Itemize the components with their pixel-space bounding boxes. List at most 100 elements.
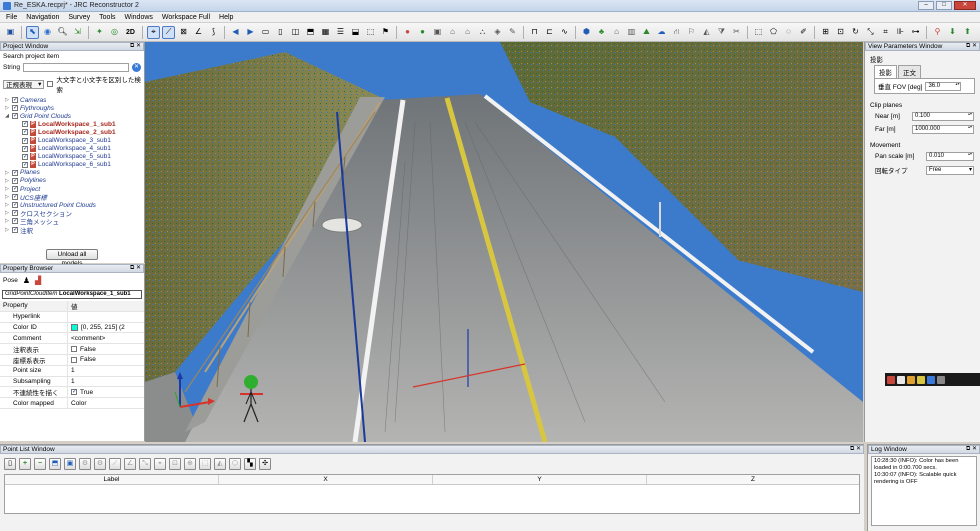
tree-icon[interactable]: ♣ xyxy=(595,26,608,39)
property-row[interactable]: Point size 1 xyxy=(0,365,144,377)
tab-perspective[interactable]: 投影 xyxy=(874,65,897,78)
curve-icon[interactable]: ∿ xyxy=(558,26,571,39)
expand-arrow-icon[interactable]: ▷ xyxy=(4,218,10,224)
house-alt-icon[interactable]: ⌂ xyxy=(461,26,474,39)
property-value[interactable]: <comment> xyxy=(68,335,144,342)
back-icon[interactable]: ◀ xyxy=(229,26,242,39)
property-value[interactable]: False xyxy=(68,356,144,363)
panel-float-close-icon[interactable]: ⧉ ✕ xyxy=(966,446,979,453)
tree-item-checkbox[interactable] xyxy=(12,226,18,233)
tree-item-checkbox[interactable] xyxy=(12,217,18,225)
align-icon[interactable]: ⊪ xyxy=(894,26,907,39)
tree-item[interactable]: PLocalWorkspace_6_sub1 xyxy=(0,161,144,169)
tree-item[interactable]: ▷ Flythroughs xyxy=(0,104,144,112)
list-tool-icon[interactable]: ⚙ xyxy=(94,458,106,470)
remove-point-icon[interactable]: − xyxy=(34,458,46,470)
tree-item[interactable]: PLocalWorkspace_1_sub1 xyxy=(0,120,144,128)
orbit-icon[interactable]: ◎ xyxy=(108,26,121,39)
tab-orthographic[interactable]: 正文 xyxy=(898,65,921,78)
tree-item-checkbox[interactable] xyxy=(22,153,28,160)
tree-item-checkbox[interactable] xyxy=(12,96,18,104)
fit-view-icon[interactable]: ⇲ xyxy=(71,26,84,39)
color-swatch[interactable] xyxy=(71,323,78,331)
tree-item-checkbox[interactable] xyxy=(12,177,18,184)
tray-icon[interactable] xyxy=(887,375,895,384)
fov-input[interactable]: 36.0 xyxy=(925,81,962,91)
property-value[interactable]: 1 xyxy=(68,367,144,374)
house-model-icon[interactable]: ⌂ xyxy=(610,26,623,39)
menu-windows[interactable]: Windows xyxy=(125,14,153,21)
tree-item-checkbox[interactable] xyxy=(22,120,28,128)
pin-red-icon[interactable]: ⚲ xyxy=(931,26,944,39)
checker-icon[interactable]: ▚ xyxy=(244,458,256,470)
expand-arrow-icon[interactable]: ▷ xyxy=(4,227,10,233)
property-row[interactable]: Comment <comment> xyxy=(0,333,144,345)
grid-view-icon[interactable]: ▦ xyxy=(319,26,332,39)
property-value[interactable]: Color xyxy=(68,400,144,407)
perspective-icon[interactable]: ⬓ xyxy=(349,26,362,39)
sphere-icon[interactable]: ◉ xyxy=(41,26,54,39)
search-input[interactable] xyxy=(22,63,129,72)
column-label[interactable]: Label xyxy=(5,475,219,484)
export-icon[interactable]: ⬆ xyxy=(961,26,974,39)
zoom-icon[interactable]: 🔍︎ xyxy=(56,26,69,39)
walk-icon[interactable]: ✦ xyxy=(93,26,106,39)
pick-point-icon[interactable]: ⌖ xyxy=(147,25,160,39)
list-tool-icon[interactable]: ⟋ xyxy=(109,458,121,470)
far-input[interactable]: 1000.000 xyxy=(912,125,974,134)
expand-arrow-icon[interactable]: ▷ xyxy=(4,194,10,200)
front-view-icon[interactable]: ▯ xyxy=(274,26,287,39)
property-row[interactable]: Color ID [0, 255, 215] (2 xyxy=(0,322,144,334)
expand-arrow-icon[interactable]: ▷ xyxy=(4,178,10,184)
side-view-icon[interactable]: ◫ xyxy=(289,26,302,39)
menu-survey[interactable]: Survey xyxy=(68,14,90,21)
property-value[interactable]: 1 xyxy=(68,378,144,385)
expand-arrow-icon[interactable]: ▷ xyxy=(4,210,10,216)
select-brush-icon[interactable]: ✐ xyxy=(797,26,810,39)
case-sensitive-checkbox[interactable] xyxy=(47,81,54,87)
rotate-icon[interactable]: ↻ xyxy=(849,26,862,39)
property-row[interactable]: Color mapped Color xyxy=(0,398,144,409)
iso-view-icon[interactable]: ⬒ xyxy=(304,26,317,39)
cube-icon[interactable]: ⬢ xyxy=(580,26,593,39)
cloud-icon[interactable]: ☁ xyxy=(655,26,668,39)
property-row[interactable]: 座標系表示 False xyxy=(0,354,144,366)
wand-icon[interactable]: ⟆ xyxy=(207,26,220,39)
list-tool-icon[interactable]: ⤡ xyxy=(139,458,151,470)
close-button[interactable]: ✕ xyxy=(954,1,976,10)
tree-item[interactable]: PLocalWorkspace_3_sub1 xyxy=(0,136,144,145)
open-list-icon[interactable]: ⬒ xyxy=(49,458,61,470)
tree-item[interactable]: ▷ Planes xyxy=(0,169,144,177)
colorize-icon[interactable]: ● xyxy=(401,26,414,39)
menu-workspace-full[interactable]: Workspace Full xyxy=(162,14,210,21)
scissors-icon[interactable]: ✂ xyxy=(730,26,743,39)
select-poly-icon[interactable]: ⬠ xyxy=(767,26,780,39)
pose-person-icon[interactable]: ♟ xyxy=(23,276,30,285)
color-map-icon[interactable]: ● xyxy=(416,26,429,39)
plane-icon[interactable]: ◈ xyxy=(491,26,504,39)
list-tool-icon[interactable]: ⊡ xyxy=(169,458,181,470)
mesh-icon[interactable]: ⛬ xyxy=(476,26,489,39)
list-tool-icon[interactable]: ◭ xyxy=(214,458,226,470)
target-icon[interactable]: ✣ xyxy=(259,458,271,470)
near-input[interactable]: 0.100 xyxy=(912,112,974,121)
tray-icon[interactable] xyxy=(917,375,925,384)
terrain-icon[interactable]: ⛰ xyxy=(640,26,653,39)
column-x[interactable]: X xyxy=(219,475,433,484)
forward-icon[interactable]: ▶ xyxy=(244,26,257,39)
tree-item-checkbox[interactable] xyxy=(12,104,18,112)
menu-navigation[interactable]: Navigation xyxy=(26,14,59,21)
expand-arrow-icon[interactable]: ▷ xyxy=(4,97,10,103)
new-list-icon[interactable]: ▯ xyxy=(4,458,16,470)
tree-item[interactable]: ▷ Polylines xyxy=(0,177,144,185)
property-checkbox[interactable] xyxy=(71,346,77,353)
list-tool-icon[interactable]: ⬚ xyxy=(199,458,211,470)
menu-help[interactable]: Help xyxy=(219,14,233,21)
tree-item-checkbox[interactable] xyxy=(22,161,28,168)
box-icon[interactable]: ▣ xyxy=(431,26,444,39)
property-value[interactable]: False xyxy=(68,346,144,353)
tree-item[interactable]: PLocalWorkspace_4_sub1 xyxy=(0,145,144,153)
snap-icon[interactable]: ⌗ xyxy=(879,26,892,39)
select-arrow-icon[interactable]: ⬉ xyxy=(26,25,39,39)
tree-item-checkbox[interactable] xyxy=(12,201,18,209)
